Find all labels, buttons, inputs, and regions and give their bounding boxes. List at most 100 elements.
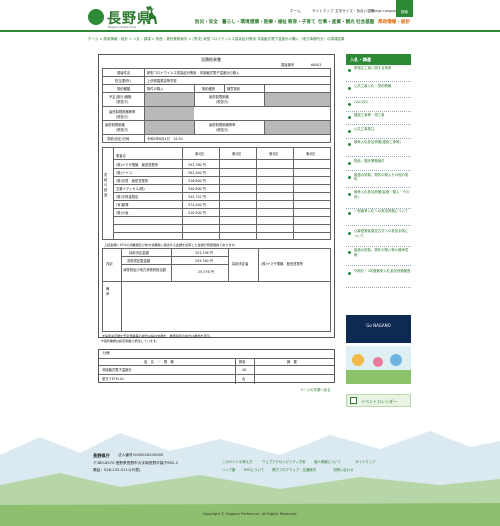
nav-disaster[interactable]: 防災・安全	[195, 19, 218, 25]
sidebar-item[interactable]: 公募型業者選定方式への参加手続について	[346, 229, 411, 248]
sidebar-item-label: 製造の請負、物件の購入その他の契約	[354, 172, 409, 182]
sidebar-item[interactable]: 建設工事等・測工事	[346, 113, 411, 126]
footer-link-sitemap[interactable]: サイトマップ	[355, 459, 375, 464]
bidder-name: (株)ミヤコ	[116, 170, 132, 175]
mountain-landscape-icon	[0, 425, 500, 526]
office-label: 担当課(所)	[115, 79, 131, 83]
round1-header: 第1回	[195, 152, 204, 156]
breadcrumb[interactable]: ホーム > 県政情報・統計 > 入札・調達 > 物品・委託業務案件 > [専決]…	[88, 37, 344, 42]
bid-row-divider	[113, 184, 331, 185]
footer-link-floormap[interactable]: 県庁フロアマップ・交通案内	[272, 467, 316, 472]
footer-link-accessibility[interactable]: ウェブアクセシビリティ方針	[262, 459, 306, 464]
estimate-label: 予定(設計)価格	[109, 95, 132, 99]
site-header: 長野県 Nagano Prefecture ホーム サイトマップ 文字サイズ・色…	[0, 0, 500, 32]
procurement-result-document: 見積結果書 調達番号 60001 調達件名 新型コロナウイルス感染症対策用 非接…	[98, 54, 335, 338]
footer-link-rss[interactable]: RSSについて	[244, 467, 264, 472]
sidebar-item[interactable]: 公共工事入札・契約情報	[346, 83, 411, 99]
search-button[interactable]: 検索	[396, 0, 413, 17]
nav-living[interactable]: 暮らし・環境	[222, 19, 250, 25]
bid-amount-round1: 302,400 円	[188, 170, 206, 175]
util-home-link[interactable]: ホーム	[290, 9, 301, 14]
footer-tel: 電話：026-232-0111(代表)	[93, 468, 141, 472]
low-limit-label: 最低制限価格	[209, 95, 229, 99]
calendar-icon	[350, 397, 357, 404]
sidebar-item[interactable]: 一般競争入札への参加資格について	[346, 209, 411, 226]
winner-value: (株)ヤマザ電機 飯田営業所	[261, 262, 304, 266]
contract-section-label: 内訳	[106, 262, 113, 266]
bidder-name: (株)平林金物店	[116, 194, 139, 199]
tax-note: 上記金額に10%の消費税及び地方消費税に相当する金額を加算した金額が見積価格であ…	[104, 243, 238, 247]
site-footer: 長野県庁 法人番号1000020200000 〒380-8570 長野県長野市大…	[0, 425, 500, 526]
sidebar-item[interactable]: 令和元・2年度競争入札参加資格審査	[346, 269, 411, 288]
bidder-name: 玉置メディカル(株)	[116, 186, 145, 191]
footnote-1: ※採用決定額を予定価格等の場合は設計金額を、単価契約の場合は単価を表示。	[102, 334, 213, 338]
sidebar-item[interactable]: 県発注工事に関する条例	[346, 66, 411, 82]
contract-row3-key: 消費税及び地方消費税相当額	[123, 268, 166, 272]
round3-header: 第3回	[269, 152, 278, 156]
spec-header-note: 摘 要	[287, 360, 297, 364]
nav-underline	[0, 30, 500, 32]
nav-industry[interactable]: 仕事・産業・観光	[318, 19, 355, 25]
bid-amount-round1: 316,800 円	[188, 178, 206, 183]
page-top-link[interactable]: ページの先頭へ戻る	[300, 387, 330, 392]
util-fontsize-link[interactable]: 文字サイズ・色合い変更	[335, 9, 374, 14]
footer-link-policy[interactable]: このサイトの考え方	[222, 459, 253, 464]
spec-row2-name: 型式:TETM-01	[102, 377, 125, 381]
contract-row2-value: 293,760 円	[195, 259, 213, 263]
bid-amount-round1: 374,400 円	[188, 202, 206, 207]
go-nagano-banner[interactable]: Go NAGANO	[346, 315, 411, 343]
bid-row-divider	[113, 200, 331, 201]
event-calendar-label: イベントカレンダー	[361, 399, 397, 404]
bidder-name: (株)光賀 飯田営業所	[116, 178, 149, 183]
method-value: 随意契約	[227, 87, 241, 91]
footer-link-links[interactable]: リンク集	[222, 467, 236, 472]
date-label: 見積(決定)日時	[107, 137, 130, 141]
estimate-redacted	[145, 93, 194, 106]
util-sitemap-link[interactable]: サイトマップ	[312, 9, 334, 14]
sidebar-item[interactable]: 物品・委託業務案件	[346, 159, 411, 172]
doc-title: 見積結果書	[201, 57, 221, 62]
footer-link-contact[interactable]: お問い合わせ	[333, 467, 353, 472]
low-limit-tax-note: (税抜き)	[216, 100, 229, 104]
low-price-redacted	[145, 121, 194, 134]
footer-link-privacy[interactable]: 個人情報について	[314, 459, 341, 464]
sidebar-item-label: 一般競争入札への参加資格について	[354, 209, 409, 214]
method-label: 契約種別	[202, 87, 216, 91]
sidebar-item-label: 建設工事等・測工事	[354, 113, 385, 118]
sidebar-item-label: CALS/EC	[354, 99, 369, 104]
sidebar-item[interactable]: 競争入札参加資格(製造・購入・その他)	[346, 190, 411, 210]
spec-header-qty: 数量	[239, 360, 246, 364]
bid-row-divider	[113, 232, 331, 233]
nav-health[interactable]: 健康・医療・福祉	[250, 19, 287, 25]
doc-number: 60001	[311, 63, 322, 67]
nav-infrastructure[interactable]: 社会基盤	[356, 19, 374, 25]
sidebar-item-label: 公共工事入札・契約情報	[354, 83, 392, 88]
nav-education[interactable]: 教育・子育て	[288, 19, 316, 25]
sidebar-item[interactable]: CALS/EC	[346, 100, 411, 112]
bid-row-divider	[113, 239, 331, 240]
spec-row1-name: 非接触式電子温度計	[102, 368, 132, 372]
contract-row3-value: 29,376 円	[198, 270, 214, 274]
rate2-redacted	[265, 121, 330, 134]
nav-governance[interactable]: 県政情報・統計	[378, 19, 410, 25]
bid-row-divider	[113, 216, 331, 217]
rate-tax-note: (税抜き)	[116, 115, 129, 119]
deer-icon	[146, 6, 157, 24]
bidder-name: (株)ヤマザ電機 飯田営業所	[116, 162, 159, 167]
sidebar-item[interactable]: 競争入札参加資格(建設工事等)	[346, 140, 411, 158]
bidder-header: 業者名	[116, 154, 126, 158]
round2-header: 第2回	[232, 152, 241, 156]
estimate-tax-note: (税抜き)	[116, 100, 129, 104]
promo-banner[interactable]	[346, 346, 411, 384]
site-logo-sub: Nagano Prefecture	[108, 25, 136, 29]
rate2-tax-note: (税抜き)	[216, 128, 229, 132]
sidebar-item[interactable]: 公共工事発注	[346, 127, 411, 139]
sidebar-item[interactable]: 製造の請負、物件の購入等の競争見積	[346, 248, 411, 267]
footer-corp-no: 法人番号1000020200000	[118, 453, 164, 457]
rate-label: 最低制限価格等率	[109, 110, 136, 114]
sidebar-item-label: 公募型業者選定方式への参加手続について	[354, 229, 409, 239]
sidebar-item[interactable]: 製造の請負、物件の購入その他の契約	[346, 173, 411, 189]
sidebar-item-label: 県発注工事に関する条例	[354, 66, 392, 71]
bid-amount-round1: 293,760 円	[188, 162, 206, 167]
name-label: 調達件名	[117, 71, 131, 75]
